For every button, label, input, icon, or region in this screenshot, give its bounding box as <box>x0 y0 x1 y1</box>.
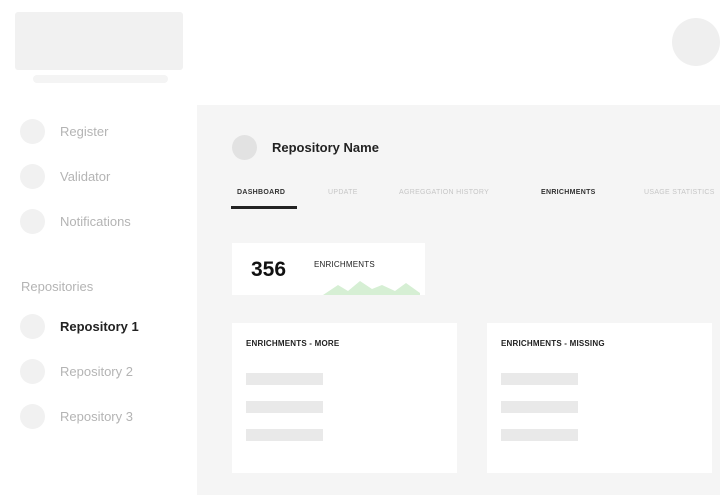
repository-header: Repository Name <box>232 135 379 160</box>
sidebar-item-label: Repository 3 <box>60 408 133 424</box>
repository-icon <box>20 403 45 429</box>
register-icon <box>20 118 45 144</box>
enrichments-label: ENRICHMENTS <box>314 260 375 269</box>
tab-aggregation-history[interactable]: AGREGGATION HISTORY <box>399 189 489 196</box>
user-avatar[interactable] <box>672 18 720 66</box>
repository-icon <box>20 358 45 384</box>
sidebar-item-validator[interactable]: Validator <box>20 163 110 189</box>
repository-icon <box>20 313 45 339</box>
notifications-icon <box>20 208 45 234</box>
skeleton-bar <box>501 429 578 441</box>
active-tab-indicator <box>231 206 297 209</box>
skeleton-bar <box>246 373 323 385</box>
skeleton-bar <box>501 373 578 385</box>
sidebar-item-repository-1[interactable]: Repository 1 <box>20 313 139 339</box>
sidebar: Register Validator Notifications Reposit… <box>0 105 196 495</box>
panel-enrichments-missing: ENRICHMENTS - MISSING <box>487 323 712 473</box>
sparkline-area <box>323 281 420 295</box>
skeleton-bar <box>246 429 323 441</box>
enrichments-count: 356 <box>251 258 287 281</box>
tab-update[interactable]: UPDATE <box>328 189 358 196</box>
logo-subtitle-placeholder <box>33 75 168 83</box>
sidebar-item-register[interactable]: Register <box>20 118 108 144</box>
sidebar-item-repository-2[interactable]: Repository 2 <box>20 358 133 384</box>
main-content: Repository Name DASHBOARD UPDATE AGREGGA… <box>197 105 720 495</box>
sidebar-item-notifications[interactable]: Notifications <box>20 208 131 234</box>
skeleton-bar <box>246 401 323 413</box>
sparkline-chart <box>323 281 420 295</box>
sidebar-item-label: Repository 2 <box>60 363 133 379</box>
section-label-repositories: Repositories <box>21 279 94 294</box>
panel-title: ENRICHMENTS - MISSING <box>501 339 605 348</box>
page-title: Repository Name <box>272 140 379 155</box>
sidebar-item-label: Repository 1 <box>60 318 139 334</box>
tab-enrichments[interactable]: ENRICHMENTS <box>541 189 596 196</box>
sidebar-item-repository-3[interactable]: Repository 3 <box>20 403 133 429</box>
validator-icon <box>20 163 45 189</box>
skeleton-bar <box>501 401 578 413</box>
repository-avatar <box>232 135 257 160</box>
logo-placeholder <box>15 12 183 70</box>
panel-enrichments-more: ENRICHMENTS - MORE <box>232 323 457 473</box>
tab-usage-statistics[interactable]: USAGE STATISTICS <box>644 189 715 196</box>
sidebar-item-label: Validator <box>60 168 111 184</box>
tab-dashboard[interactable]: DASHBOARD <box>237 189 285 196</box>
sidebar-item-label: Register <box>60 123 109 139</box>
enrichments-stat-card: 356 ENRICHMENTS <box>232 243 425 295</box>
sidebar-item-label: Notifications <box>60 213 131 229</box>
panel-title: ENRICHMENTS - MORE <box>246 339 340 348</box>
